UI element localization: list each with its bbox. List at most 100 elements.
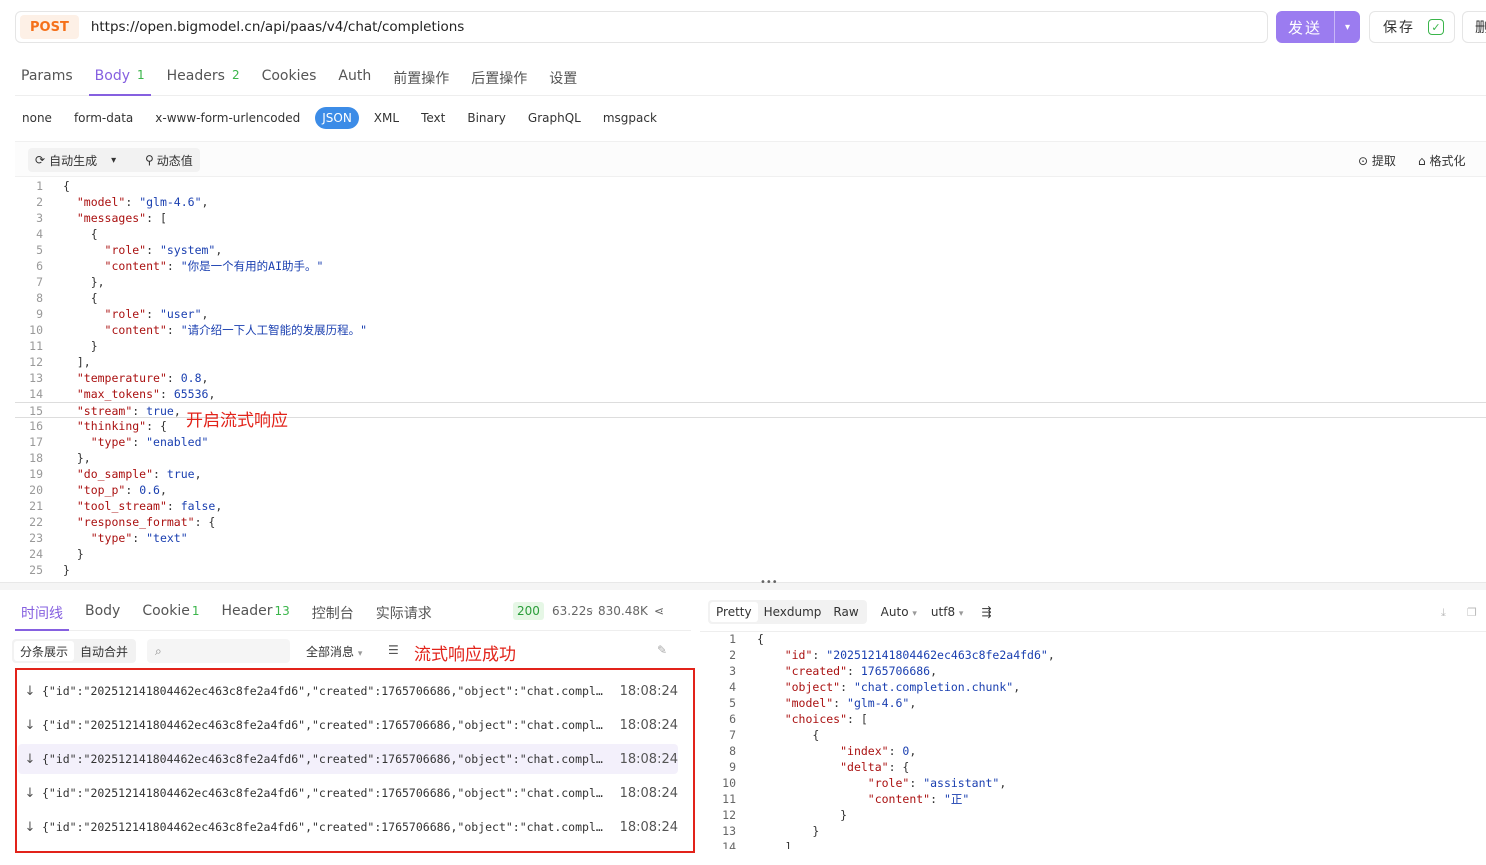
body-type-option[interactable]: JSON bbox=[315, 107, 359, 129]
format-button[interactable]: ⌂ 格式化 bbox=[1418, 152, 1465, 169]
line-number: 4 bbox=[36, 227, 43, 241]
grip-icon[interactable]: ••• bbox=[760, 577, 778, 588]
timeline-message[interactable]: ↓ {"id":"202512141804462ec463c8fe2a4fd6",… bbox=[18, 710, 678, 740]
view-mode-merge[interactable]: 自动合并 bbox=[74, 641, 134, 661]
editor-line: 3 "messages": [ bbox=[15, 210, 1486, 226]
panel-splitter[interactable]: ••• bbox=[0, 577, 1486, 590]
viewer-encoding-select[interactable]: utf8 ▾ bbox=[931, 605, 964, 619]
tab-5[interactable]: 前置操作 bbox=[387, 64, 455, 96]
viewer-format-select[interactable]: Auto ▾ bbox=[881, 605, 917, 619]
body-type-option[interactable]: none bbox=[15, 107, 59, 129]
broom-icon[interactable]: ✎ bbox=[657, 643, 667, 657]
code-text: "thinking": { bbox=[76, 419, 167, 433]
line-number: 4 bbox=[729, 680, 736, 694]
url-bar[interactable]: POST https://open.bigmodel.cn/api/paas/v… bbox=[15, 11, 1268, 43]
editor-line: 13 "temperature": 0.8, bbox=[15, 370, 1486, 386]
line-number: 14 bbox=[722, 840, 736, 849]
message-text: {"id":"202512141804462ec463c8fe2a4fd6","… bbox=[41, 718, 608, 732]
download-icon[interactable]: ⤓ bbox=[1441, 606, 1446, 620]
viewer-tab-hexdump[interactable]: Hexdump bbox=[758, 602, 828, 622]
viewer-line: 8 "index": 0, bbox=[700, 743, 1486, 759]
response-tab-4[interactable]: 控制台 bbox=[306, 598, 360, 631]
message-time: 18:08:24 bbox=[619, 785, 678, 801]
json-body-editor[interactable]: 1{2 "model": "glm-4.6", 3 "messages": [4 … bbox=[15, 178, 1486, 582]
code-text: } bbox=[757, 808, 848, 822]
save-button[interactable]: 保存 ✓ bbox=[1369, 11, 1455, 43]
tab-label: Auth bbox=[338, 68, 372, 84]
editor-line: 5 "role": "system", bbox=[15, 242, 1486, 258]
viewer-line: 3 "created": 1765706686, bbox=[700, 663, 1486, 679]
viewer-encoding-label: utf8 bbox=[930, 605, 956, 619]
viewer-line: 14 ], bbox=[700, 839, 1486, 849]
editor-line: 1{ bbox=[15, 178, 1486, 194]
tab-3[interactable]: Cookies bbox=[256, 64, 323, 96]
viewer-tab-pretty[interactable]: Pretty bbox=[710, 602, 758, 622]
extract-button[interactable]: ⊙ 提取 bbox=[1358, 152, 1396, 169]
response-time: 63.22s bbox=[552, 604, 593, 618]
response-tab-2[interactable]: Cookie 1 bbox=[136, 598, 205, 631]
chevron-down-icon[interactable]: ▾ bbox=[1334, 11, 1360, 43]
body-type-option[interactable]: XML bbox=[367, 107, 406, 129]
response-json-viewer[interactable]: 1{2 "id": "202512141804462ec463c8fe2a4fd… bbox=[700, 631, 1486, 849]
wrap-icon[interactable]: ⇶ bbox=[981, 605, 991, 619]
timeline-message[interactable]: ↓ {"id":"202512141804462ec463c8fe2a4fd6",… bbox=[18, 676, 678, 706]
timeline-message[interactable]: ↓ {"id":"202512141804462ec463c8fe2a4fd6",… bbox=[18, 778, 678, 808]
message-time: 18:08:24 bbox=[619, 717, 678, 733]
viewer-line: 6 "choices": [ bbox=[700, 711, 1486, 727]
delete-button[interactable]: 删 bbox=[1462, 11, 1486, 43]
arrow-down-icon: ↓ bbox=[24, 819, 36, 835]
send-button[interactable]: 发送 ▾ bbox=[1276, 11, 1360, 43]
editor-line: 9 "role": "user", bbox=[15, 306, 1486, 322]
dynamic-value-button[interactable]: ⚲ 动态值 bbox=[138, 148, 200, 172]
tab-label: Params bbox=[21, 68, 73, 84]
share-icon[interactable]: ⋖ bbox=[654, 604, 664, 618]
tab-6[interactable]: 后置操作 bbox=[465, 64, 533, 96]
body-type-option[interactable]: GraphQL bbox=[521, 107, 588, 129]
line-number: 20 bbox=[29, 483, 43, 497]
response-tab-5[interactable]: 实际请求 bbox=[370, 598, 438, 631]
dynamic-value-label: 动态值 bbox=[156, 153, 193, 168]
response-tab-0[interactable]: 时间线 bbox=[15, 598, 69, 631]
save-label[interactable]: 保存 bbox=[1370, 17, 1428, 37]
check-icon[interactable]: ✓ bbox=[1428, 19, 1444, 35]
method-select[interactable]: POST bbox=[20, 15, 79, 39]
body-type-option[interactable]: form-data bbox=[67, 107, 140, 129]
timeline-message[interactable]: ↓ {"id":"202512141804462ec463c8fe2a4fd6",… bbox=[18, 812, 678, 842]
tab-label: Body bbox=[94, 68, 131, 84]
body-type-option[interactable]: x-www-form-urlencoded bbox=[148, 107, 307, 129]
tab-label: 控制台 bbox=[311, 606, 354, 622]
chevron-down-icon: ▾ bbox=[958, 609, 964, 619]
filter-icon[interactable]: ☰ bbox=[388, 643, 399, 657]
view-mode-selector: 分条展示 自动合并 bbox=[12, 639, 137, 663]
editor-line: 6 "content": "你是一个有用的AI助手。" bbox=[15, 258, 1486, 274]
chevron-down-icon[interactable]: ▾ bbox=[111, 155, 116, 166]
copy-icon[interactable]: ❐ bbox=[1467, 606, 1477, 619]
format-label: 格式化 bbox=[1429, 154, 1466, 168]
body-type-option[interactable]: Text bbox=[414, 107, 452, 129]
timeline-search-input[interactable]: ⌕ bbox=[147, 639, 290, 663]
tab-4[interactable]: Auth bbox=[332, 64, 377, 96]
arrow-down-icon: ↓ bbox=[24, 751, 36, 767]
tab-2[interactable]: Headers 2 bbox=[161, 64, 246, 96]
response-tab-3[interactable]: Header 13 bbox=[216, 598, 296, 631]
url-input[interactable]: https://open.bigmodel.cn/api/paas/v4/cha… bbox=[91, 19, 465, 35]
message-filter-select[interactable]: 全部消息 ▾ bbox=[306, 643, 362, 660]
viewer-line: 1{ bbox=[700, 631, 1486, 647]
body-type-option[interactable]: msgpack bbox=[596, 107, 664, 129]
auto-generate-button[interactable]: ⟳ 自动生成 ▾ bbox=[28, 148, 145, 172]
editor-line: 14 "max_tokens": 65536, bbox=[15, 386, 1486, 402]
stream-annotation: 开启流式响应 bbox=[186, 411, 288, 431]
view-mode-split[interactable]: 分条展示 bbox=[14, 641, 75, 661]
body-type-option[interactable]: Binary bbox=[460, 107, 513, 129]
send-label[interactable]: 发送 bbox=[1276, 17, 1334, 38]
viewer-line: 12 } bbox=[700, 807, 1486, 823]
response-tab-1[interactable]: Body bbox=[79, 598, 126, 631]
body-type-selector: none form-data x-www-form-urlencoded JSON XM… bbox=[15, 106, 672, 130]
tab-0[interactable]: Params bbox=[15, 64, 79, 96]
viewer-tab-raw[interactable]: Raw bbox=[827, 602, 864, 622]
tab-1[interactable]: Body 1 bbox=[88, 64, 151, 96]
tab-7[interactable]: 设置 bbox=[543, 64, 583, 96]
timeline-message[interactable]: ↓ {"id":"202512141804462ec463c8fe2a4fd6",… bbox=[18, 744, 678, 774]
code-text: "index": 0, bbox=[840, 744, 917, 758]
code-text: "top_p": 0.6, bbox=[76, 483, 167, 497]
